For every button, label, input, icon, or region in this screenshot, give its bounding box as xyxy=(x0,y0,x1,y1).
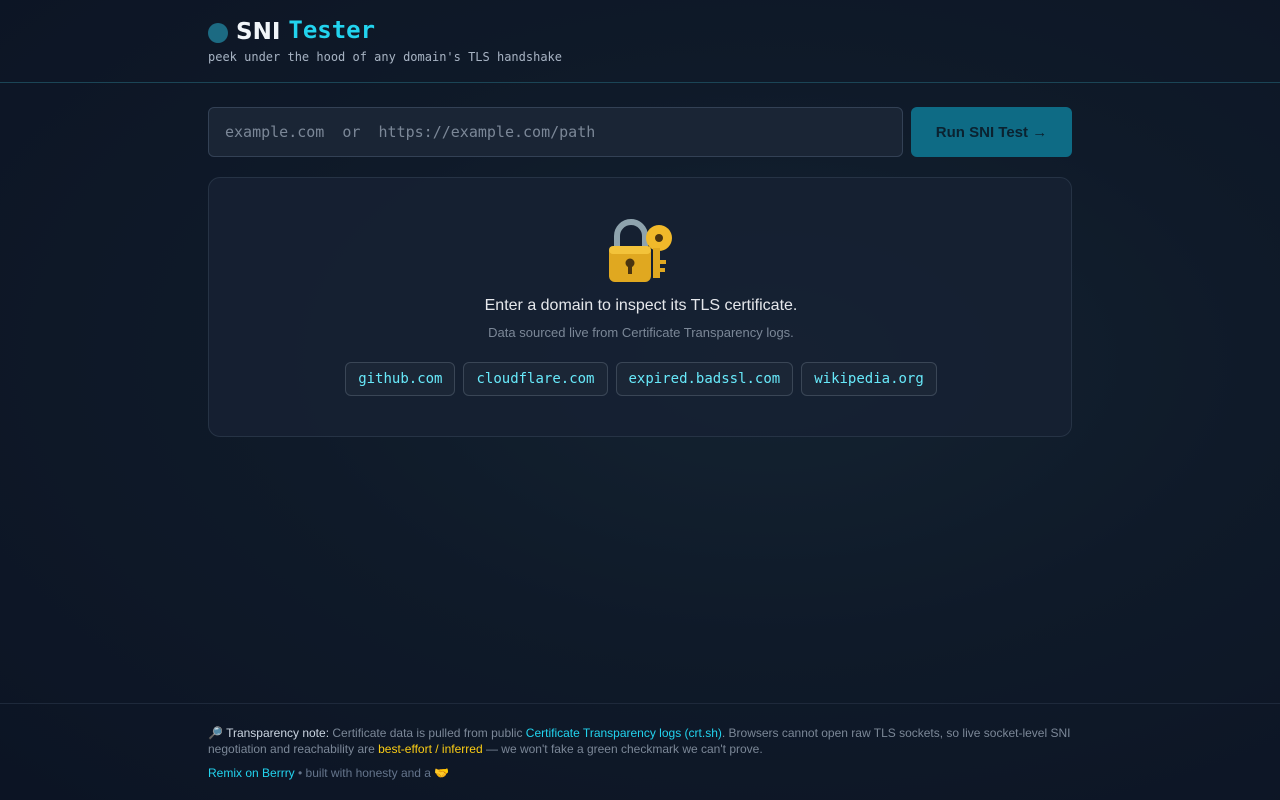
footer: 🔎 Transparency note: Certificate data is… xyxy=(0,703,1280,800)
lock-with-key-icon xyxy=(209,216,1073,290)
transparency-note: 🔎 Transparency note: Certificate data is… xyxy=(208,725,1072,757)
example-domain-chip-wikipedia[interactable]: wikipedia.org xyxy=(801,362,937,396)
empty-state-card: Enter a domain to inspect its TLS certif… xyxy=(208,177,1072,437)
credits-text: • built with honesty and a 🤝 xyxy=(294,766,450,780)
example-domain-chip-cloudflare[interactable]: cloudflare.com xyxy=(463,362,608,396)
tagline: peek under the hood of any domain's TLS … xyxy=(208,50,563,64)
brand-logo: SNI Tester xyxy=(208,15,375,45)
run-sni-test-button[interactable]: Run SNI Test → xyxy=(911,107,1072,157)
example-domain-chip-github[interactable]: github.com xyxy=(345,362,456,396)
empty-state-title: Enter a domain to inspect its TLS certif… xyxy=(484,297,798,314)
brand-dot-icon xyxy=(208,23,228,43)
app-header: SNI Tester peek under the hood of any do… xyxy=(0,0,1280,83)
transparency-note-text: Certificate data is pulled from public xyxy=(329,726,526,740)
credits: Remix on Berrry • built with honesty and… xyxy=(208,766,449,780)
example-domain-chip-badssl[interactable]: expired.badssl.com xyxy=(615,362,794,396)
crt-sh-link[interactable]: Certificate Transparency logs (crt.sh) xyxy=(526,726,722,740)
transparency-note-label: Transparency note: xyxy=(226,726,330,740)
domain-input[interactable] xyxy=(208,107,903,157)
empty-state-subtitle: Data sourced live from Certificate Trans… xyxy=(488,325,794,340)
best-effort-highlight: best-effort / inferred xyxy=(378,742,483,756)
example-domains: github.com cloudflare.com expired.badssl… xyxy=(209,362,1073,396)
transparency-note-text-3: — we won't fake a green checkmark we can… xyxy=(482,742,763,756)
remix-link[interactable]: Remix on Berrry xyxy=(208,766,295,780)
brand-secondary: Tester xyxy=(288,16,376,44)
brand-primary: SNI xyxy=(236,19,281,45)
magnifier-icon: 🔎 xyxy=(208,726,223,740)
